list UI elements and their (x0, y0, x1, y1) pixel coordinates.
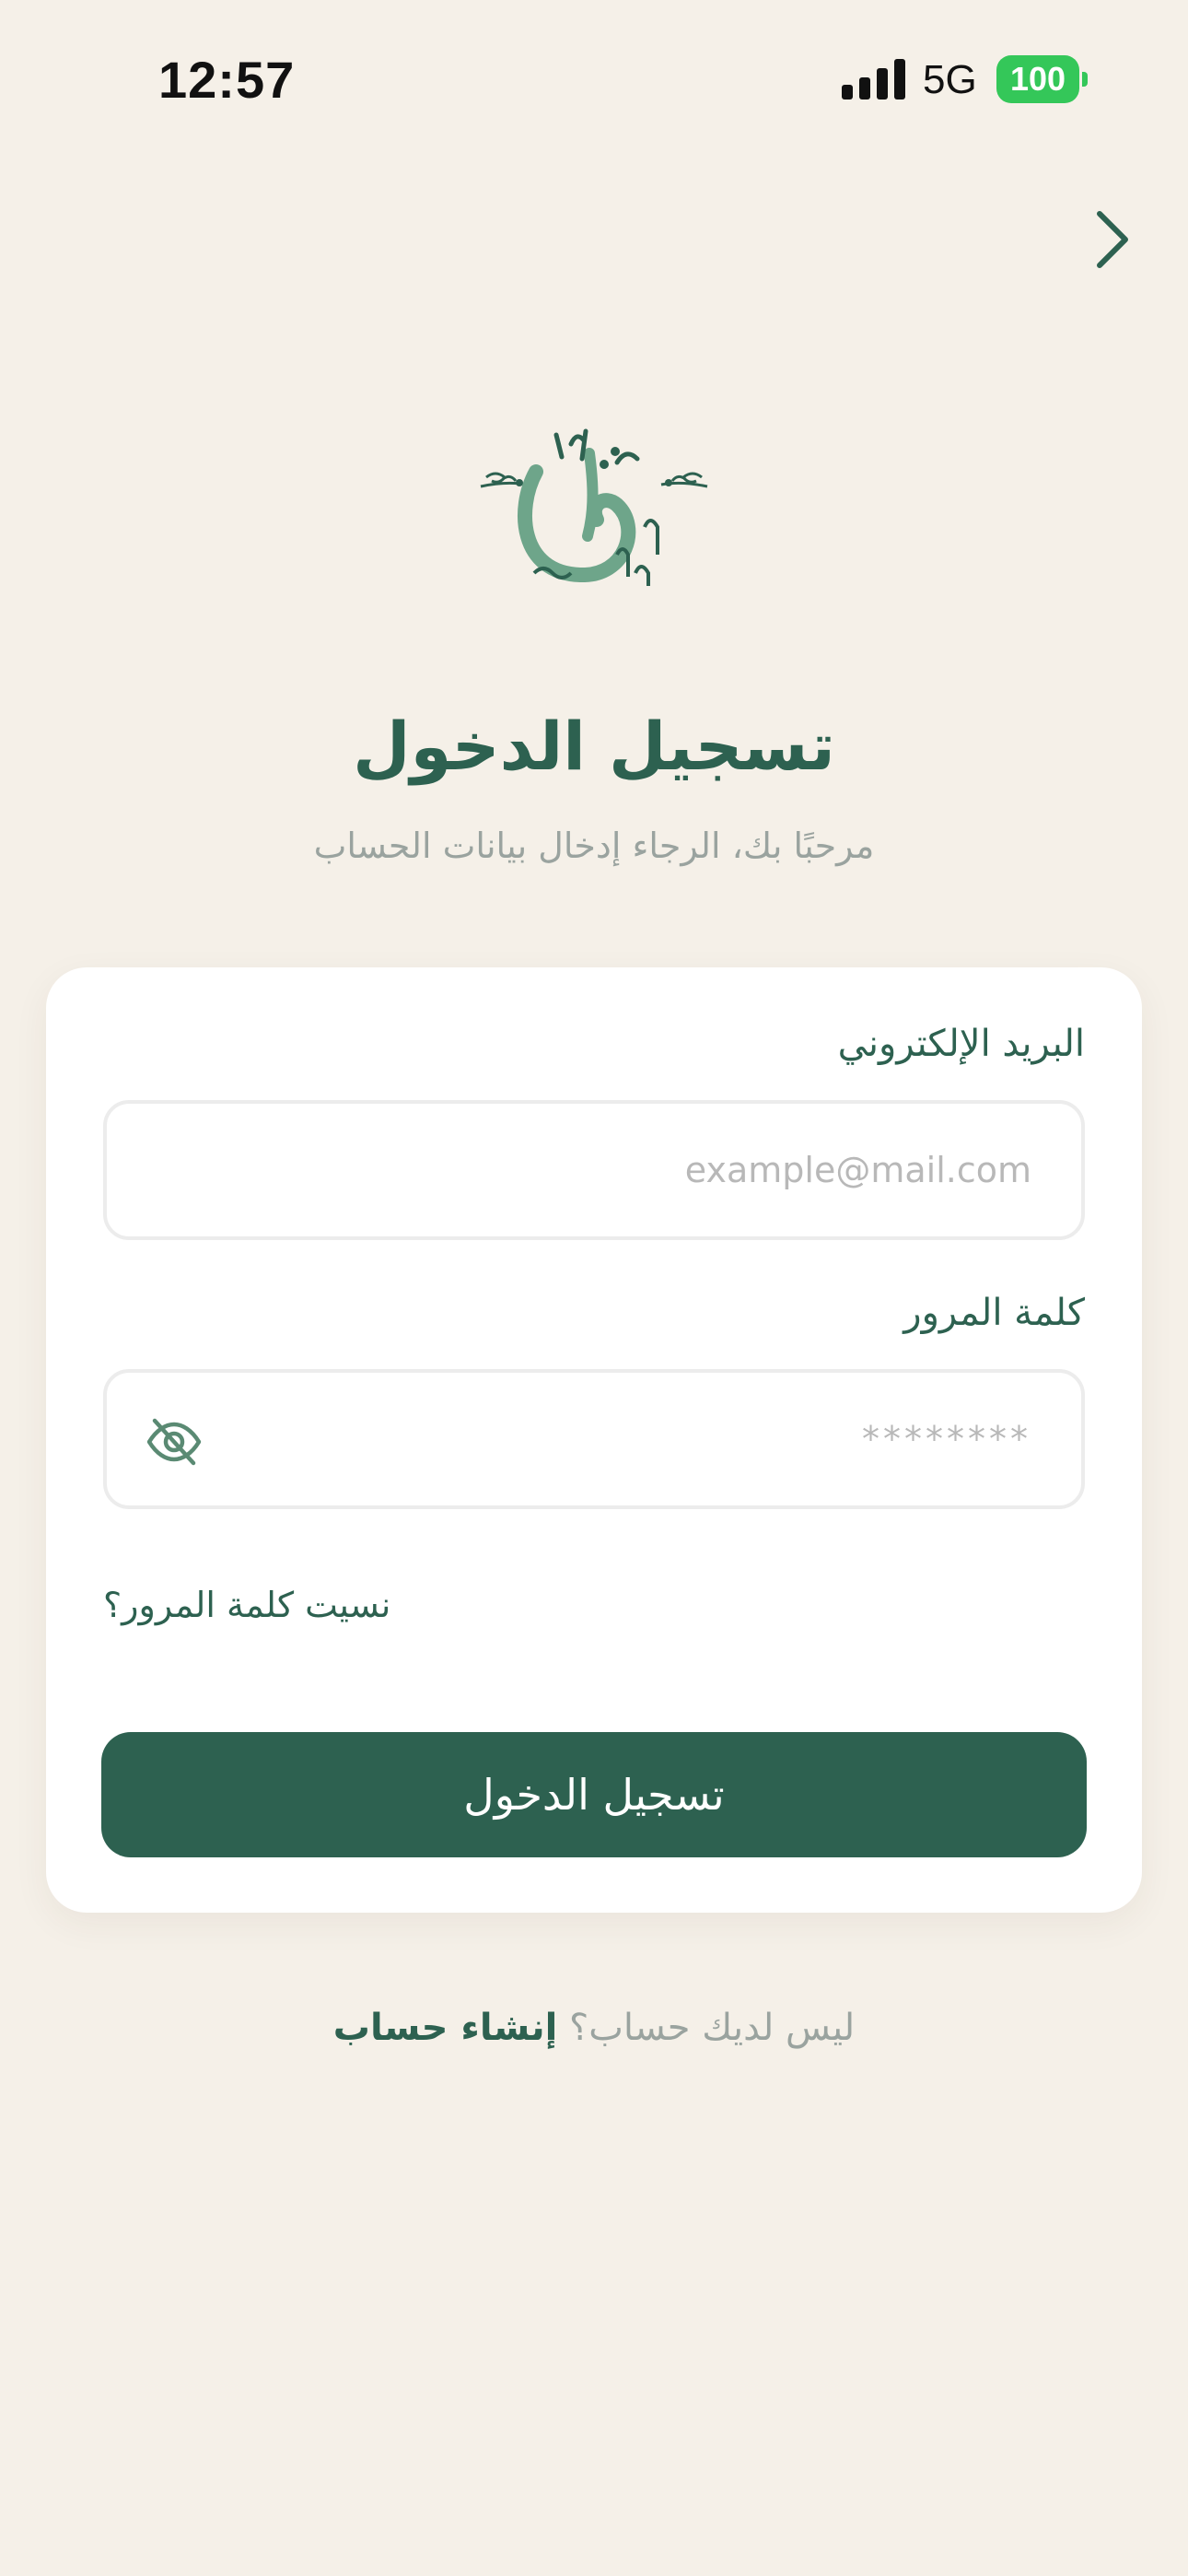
login-button[interactable]: تسجيل الدخول (101, 1732, 1087, 1857)
password-field-container (103, 1369, 1085, 1509)
login-card: البريد الإلكتروني كلمة المرور نسيت كلمة … (46, 967, 1142, 1913)
forgot-password-link[interactable]: نسيت كلمة المرور؟ (103, 1585, 390, 1625)
network-type: 5G (923, 57, 977, 102)
battery-level: 100 (996, 55, 1079, 103)
password-visibility-toggle[interactable] (144, 1411, 204, 1472)
status-time: 12:57 (158, 51, 296, 109)
battery-indicator: 100 (996, 55, 1089, 103)
email-input[interactable] (107, 1104, 1081, 1236)
eye-off-icon (146, 1418, 202, 1466)
password-label: كلمة المرور (903, 1292, 1085, 1334)
password-input[interactable] (107, 1373, 1081, 1505)
create-account-link[interactable]: إنشاء حساب (333, 2007, 558, 2049)
back-button[interactable] (1076, 203, 1149, 276)
chevron-right-icon (1097, 211, 1128, 268)
email-field-container (103, 1100, 1085, 1240)
signup-question: ليس لديك حساب؟ (569, 2007, 856, 2049)
status-bar: 12:57 5G 100 (0, 0, 1188, 162)
page-title: تسجيل الدخول (353, 708, 835, 785)
cellular-signal-icon (842, 59, 905, 100)
battery-cap (1082, 72, 1088, 87)
email-label: البريد الإلكتروني (837, 1023, 1085, 1065)
calligraphy-logo-icon (480, 428, 708, 586)
page-subtitle: مرحبًا بك، الرجاء إدخال بيانات الحساب (313, 825, 875, 866)
login-screen: 12:57 5G 100 تسجيل الدخول مرحبًا بك، الر… (0, 0, 1188, 2576)
signup-prompt: ليس لديك حساب؟ إنشاء حساب (0, 2007, 1188, 2049)
